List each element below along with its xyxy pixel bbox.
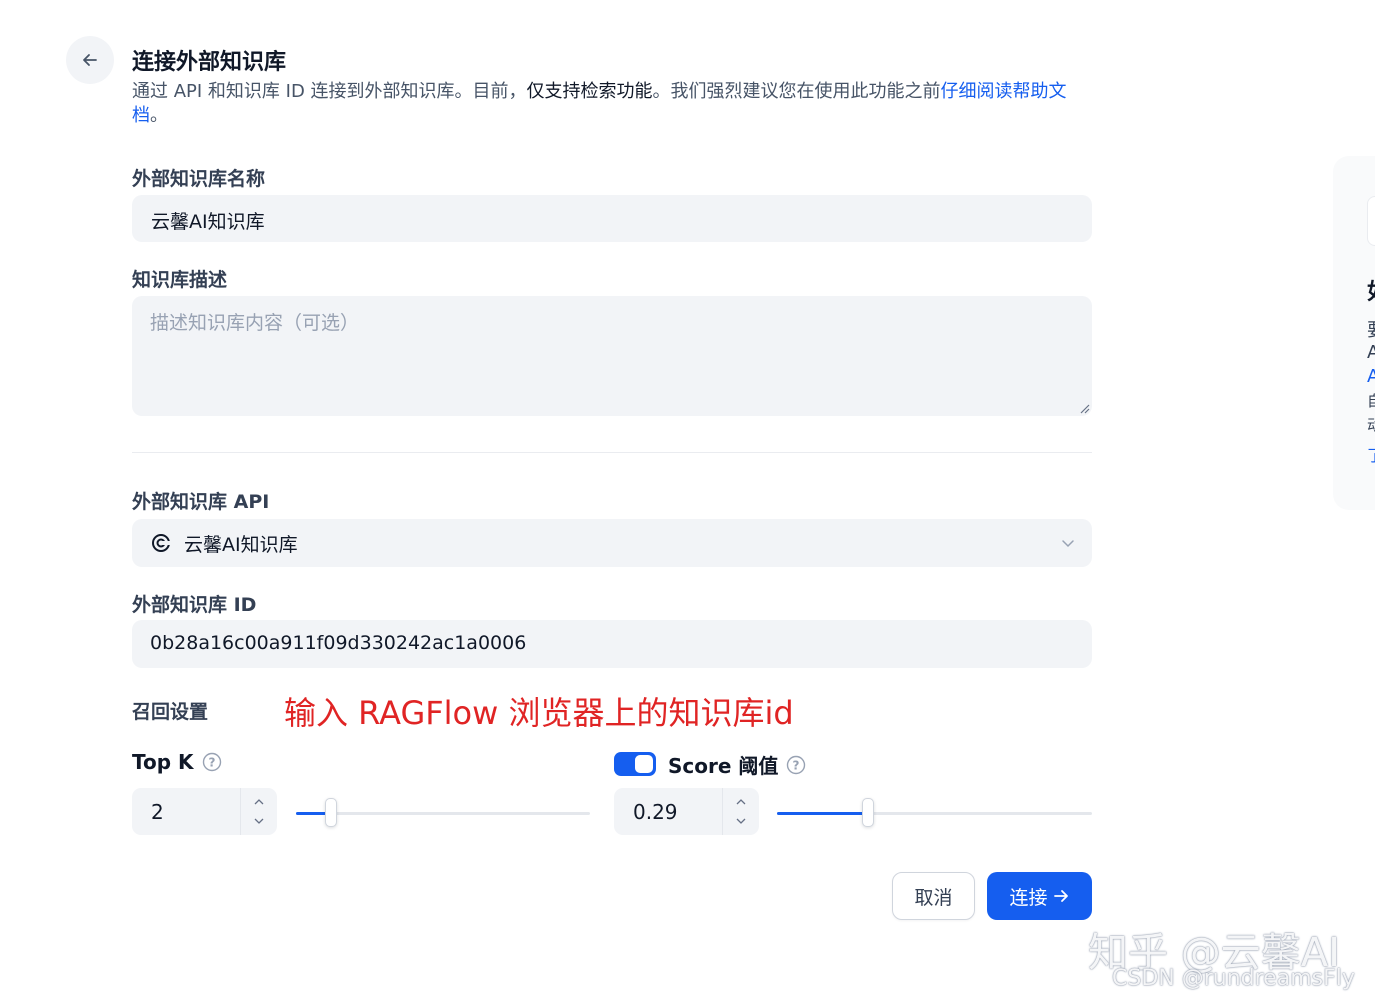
side-info-panel: 如 要 A A 自 动 了 <box>1333 156 1375 510</box>
side-panel-icon-box <box>1367 196 1375 246</box>
svg-text:?: ? <box>208 756 215 770</box>
topk-slider[interactable] <box>296 798 590 827</box>
slider-thumb[interactable] <box>862 798 875 827</box>
chevron-up-icon[interactable] <box>253 796 265 808</box>
side-panel-heading: 如 <box>1367 274 1375 306</box>
description-placeholder: 描述知识库内容（可选） <box>150 312 360 334</box>
score-stepper[interactable]: 0.29 <box>614 788 759 835</box>
chevron-up-icon[interactable] <box>735 796 747 808</box>
help-circle-icon[interactable]: ? <box>786 755 806 775</box>
knowledge-id-input[interactable]: 0b28a16c00a911f09d330242ac1a0006 <box>132 620 1092 668</box>
connect-label: 连接 <box>1009 886 1048 909</box>
description-text: 通过 API 和知识库 ID 连接到外部知识库。目前， <box>132 81 527 102</box>
arrow-left-icon <box>83 54 97 66</box>
api-label: 外部知识库 API <box>132 491 270 513</box>
api-select[interactable]: 云馨AI知识库 <box>132 519 1092 567</box>
side-panel-line: 要 <box>1367 316 1375 342</box>
topk-value: 2 <box>151 800 164 824</box>
stepper-arrows <box>722 788 759 835</box>
description-text-2: 。我们强烈建议您在使用此功能之前 <box>652 81 941 102</box>
divider <box>132 452 1092 453</box>
connect-button[interactable]: 连接 <box>987 872 1092 920</box>
chevron-down-icon <box>1062 540 1074 548</box>
name-input[interactable]: 云馨AI知识库 <box>132 195 1092 242</box>
score-value: 0.29 <box>633 800 678 824</box>
topk-label: Top K <box>132 750 194 774</box>
back-button[interactable] <box>66 36 114 84</box>
score-toggle[interactable] <box>614 752 656 776</box>
api-selected-value: 云馨AI知识库 <box>184 533 298 556</box>
description-end: 。 <box>150 105 168 126</box>
cancel-button[interactable]: 取消 <box>892 872 975 920</box>
csdn-watermark: CSDN @rundreamsFly <box>1112 966 1355 991</box>
help-circle-icon[interactable]: ? <box>202 752 222 772</box>
name-label: 外部知识库名称 <box>132 168 266 190</box>
topk-stepper[interactable]: 2 <box>132 788 277 835</box>
arrow-right-icon <box>1053 890 1068 902</box>
api-logo-icon <box>152 534 171 552</box>
retrieval-settings-label: 召回设置 <box>132 701 209 723</box>
score-slider[interactable] <box>777 798 1092 827</box>
side-panel-line: 自 <box>1367 392 1375 410</box>
chevron-down-icon[interactable] <box>253 815 265 827</box>
id-label: 外部知识库 ID <box>132 594 257 616</box>
page-description: 通过 API 和知识库 ID 连接到外部知识库。目前，仅支持检索功能。我们强烈建… <box>132 80 1092 128</box>
annotation-text: 输入 RAGFlow 浏览器上的知识库id <box>284 694 794 732</box>
toggle-knob <box>635 755 653 773</box>
description-strong: 仅支持检索功能 <box>526 81 653 102</box>
page-title: 连接外部知识库 <box>132 50 287 75</box>
slider-fill <box>777 812 869 815</box>
stepper-arrows <box>240 788 277 835</box>
side-panel-line: A <box>1367 342 1375 363</box>
description-label: 知识库描述 <box>132 269 228 291</box>
resize-handle-icon[interactable] <box>1078 402 1090 414</box>
slider-thumb[interactable] <box>325 798 338 827</box>
description-textarea[interactable]: 描述知识库内容（可选） <box>132 296 1092 416</box>
score-label-row: Score 阈值 ? <box>668 750 806 779</box>
side-panel-link[interactable]: 了 <box>1367 442 1375 466</box>
score-label: Score 阈值 <box>668 754 779 778</box>
chevron-down-icon[interactable] <box>735 815 747 827</box>
side-panel-line: 动 <box>1367 416 1375 434</box>
side-panel-link[interactable]: A <box>1367 366 1375 387</box>
svg-text:?: ? <box>793 758 800 772</box>
topk-label-row: Top K ? <box>132 750 222 774</box>
